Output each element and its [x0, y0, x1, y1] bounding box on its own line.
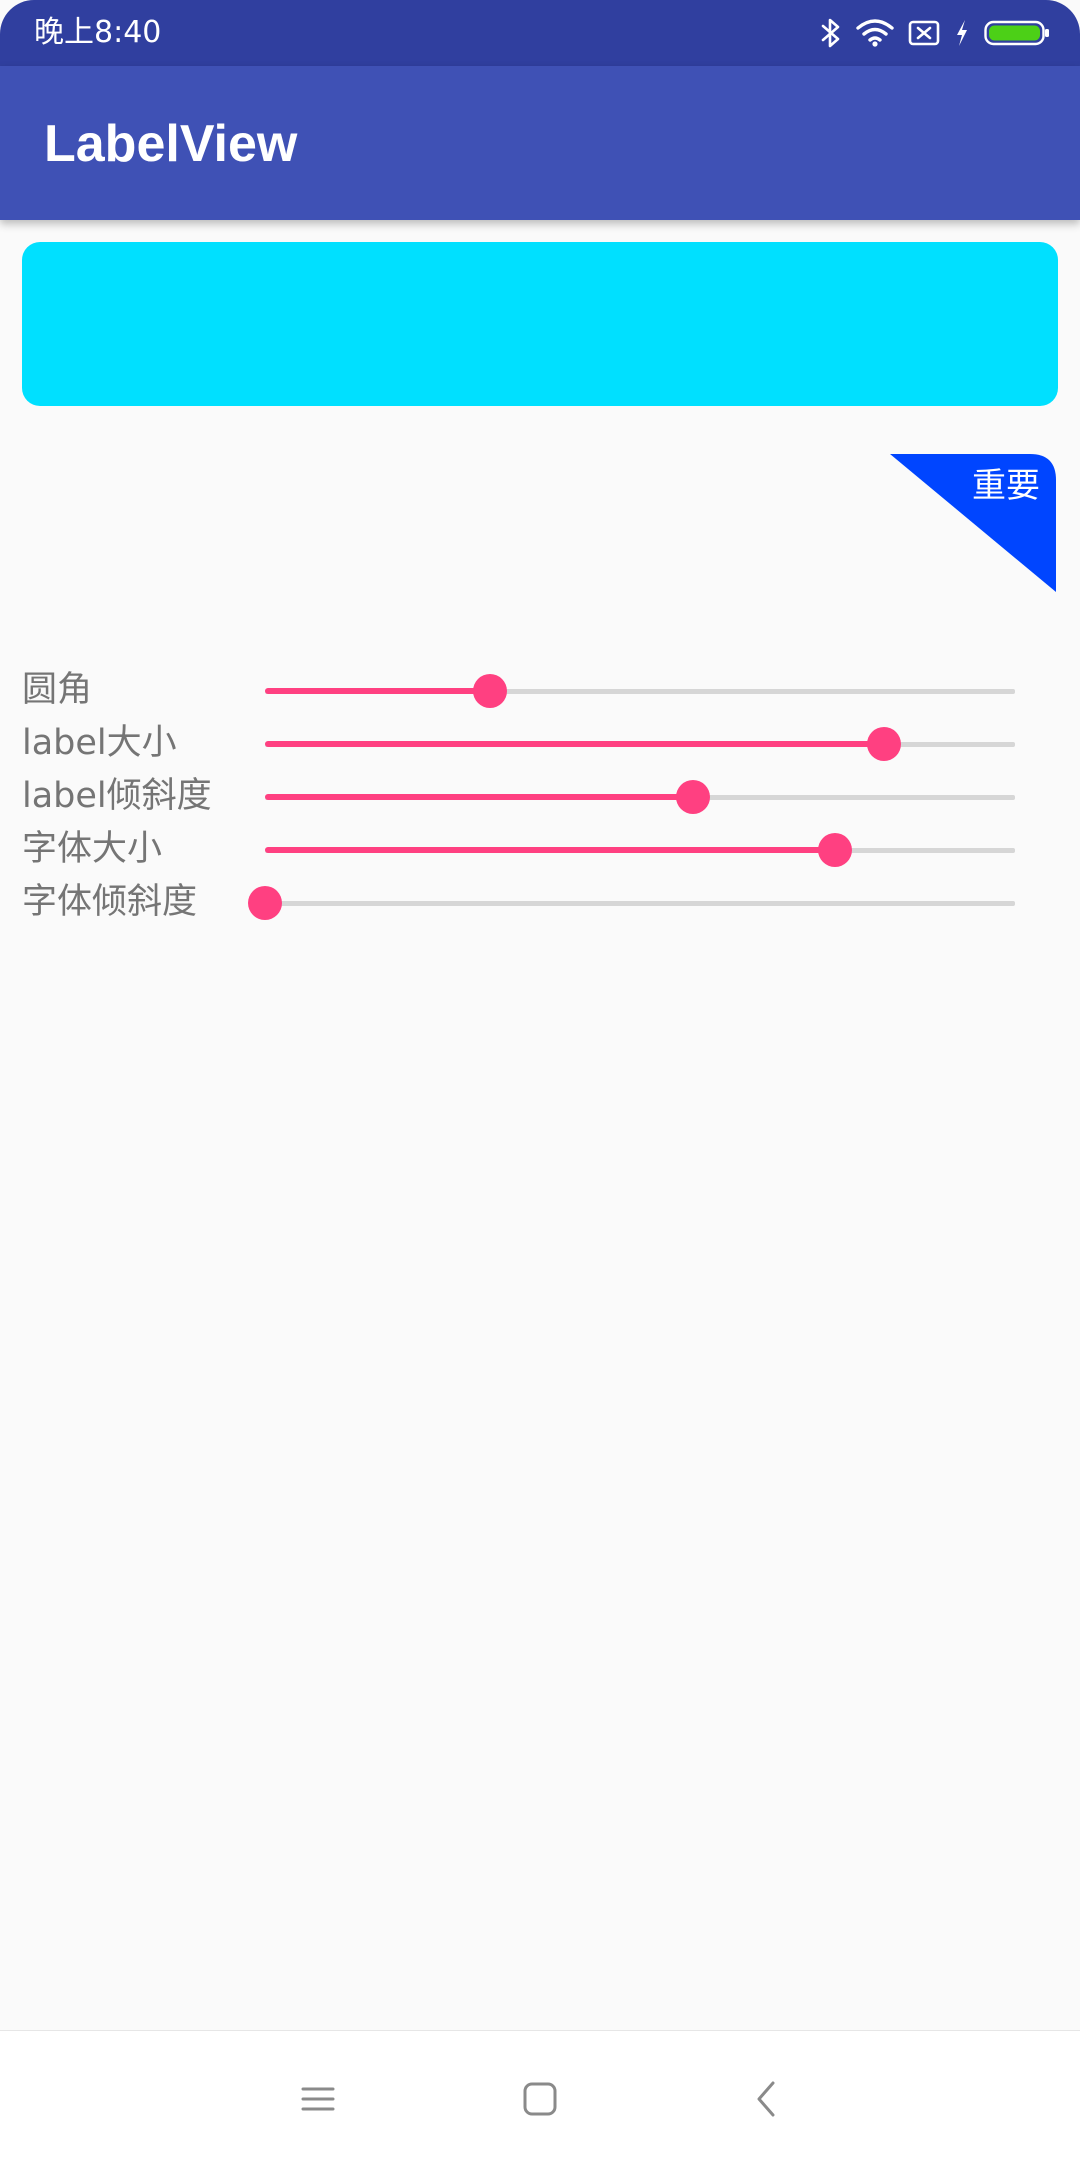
- navigation-bar: [0, 2030, 1080, 2161]
- status-icons: [820, 14, 1050, 52]
- seekbar-thumb[interactable]: [866, 727, 901, 761]
- control-label: 圆角: [22, 670, 93, 710]
- label-preview-box: [22, 242, 1058, 406]
- seekbar-thumb[interactable]: [248, 886, 282, 920]
- seekbar[interactable]: [265, 770, 1015, 823]
- seekbar[interactable]: [265, 717, 1015, 770]
- seekbar-track: [265, 901, 1015, 906]
- seekbar-progress: [265, 794, 693, 800]
- controls-panel: 圆角 label大小 label倾斜度 字体大小字体倾斜度: [0, 664, 1080, 929]
- seekbar-thumb[interactable]: [473, 674, 507, 708]
- control-row: label大小: [0, 717, 1080, 770]
- seekbar[interactable]: [248, 876, 1015, 929]
- seekbar-progress: [265, 741, 884, 747]
- menu-icon[interactable]: [290, 2071, 346, 2127]
- label-demo: 重要: [890, 454, 1056, 592]
- status-time: 晚上8:40: [34, 15, 162, 50]
- charging-icon: [954, 18, 970, 48]
- seekbar-thumb[interactable]: [675, 780, 710, 814]
- seekbar[interactable]: [265, 823, 1015, 876]
- control-label: label倾斜度: [22, 776, 212, 816]
- wifi-icon: [856, 18, 894, 48]
- no-sim-icon: [908, 19, 940, 47]
- control-label: label大小: [22, 723, 177, 763]
- control-row: 圆角: [0, 664, 1080, 717]
- status-bar: 晚上8:40: [0, 0, 1080, 66]
- seekbar-thumb[interactable]: [818, 833, 852, 867]
- control-row: 字体大小: [0, 823, 1080, 876]
- app-title: LabelView: [44, 115, 298, 173]
- back-icon[interactable]: [740, 2071, 796, 2127]
- control-label: 字体大小: [22, 829, 163, 869]
- home-icon[interactable]: [512, 2071, 568, 2127]
- label-text: 重要: [972, 466, 1040, 506]
- control-label: 字体倾斜度: [22, 882, 198, 922]
- seekbar-progress: [265, 688, 490, 694]
- battery-icon: [984, 18, 1050, 48]
- control-row: 字体倾斜度: [0, 876, 1080, 929]
- bluetooth-icon: [820, 17, 842, 49]
- control-row: label倾斜度: [0, 770, 1080, 823]
- app-bar: LabelView: [0, 66, 1080, 220]
- seekbar[interactable]: [265, 664, 1015, 717]
- seekbar-progress: [265, 847, 835, 853]
